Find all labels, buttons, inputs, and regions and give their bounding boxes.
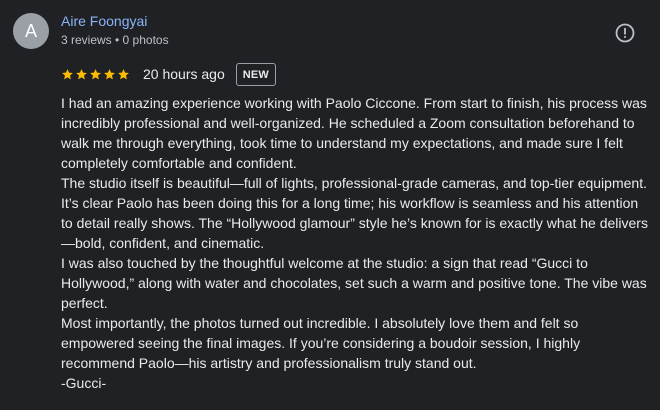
star-icon: [76, 68, 87, 79]
star-icon: [104, 68, 115, 79]
reviewer-meta: 3 reviews • 0 photos: [61, 33, 169, 47]
exclamation-circle-icon: [615, 23, 635, 43]
star-icon: [62, 68, 73, 79]
review-paragraph: I was also touched by the thoughtful wel…: [61, 255, 647, 311]
new-badge: NEW: [235, 62, 276, 86]
review-paragraph: Most importantly, the photos turned out …: [61, 315, 581, 371]
review-text: I had an amazing experience working with…: [61, 93, 651, 393]
review-paragraph: The studio itself is beautiful—full of l…: [61, 175, 648, 251]
reviewer-name-link[interactable]: Aire Foongyai: [61, 13, 147, 29]
star-rating: [61, 68, 130, 81]
review-signature: -Gucci-: [61, 375, 107, 391]
report-review-button[interactable]: [614, 22, 636, 44]
avatar[interactable]: A: [13, 13, 49, 49]
review-paragraph: I had an amazing experience working with…: [61, 95, 647, 171]
star-icon: [90, 68, 101, 79]
rating-row: 20 hours ago NEW: [61, 62, 276, 86]
star-icon: [118, 68, 129, 79]
review-card: A Aire Foongyai 3 reviews • 0 photos 20 …: [0, 0, 660, 410]
review-time: 20 hours ago: [143, 66, 225, 82]
